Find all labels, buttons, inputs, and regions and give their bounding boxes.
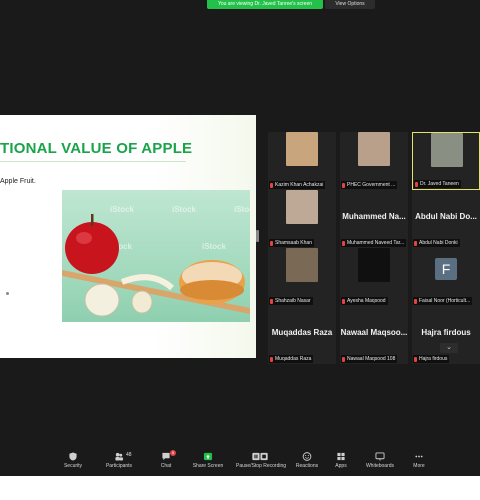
mouse-cursor: [6, 292, 9, 295]
participant-video: [286, 132, 318, 166]
record-label: Pause/Stop Recording: [236, 463, 287, 469]
participant-name-label: Faisal Noor (Horticult...: [413, 297, 473, 305]
slide-photo-apple-vs-donut: iStock iStock iStock iStock iStock: [62, 190, 250, 322]
muted-mic-icon: [414, 357, 417, 362]
muted-mic-icon: [270, 183, 273, 188]
share-screen-icon: [203, 452, 213, 461]
participant-tile[interactable]: Ayesha Maqsood: [340, 248, 408, 306]
people-icon: [115, 452, 124, 461]
bottom-white-strip: [0, 476, 480, 500]
security-button[interactable]: Security: [53, 448, 93, 469]
participant-name-label: Abdul Nabi Donki: [413, 239, 460, 247]
muted-mic-icon: [270, 299, 273, 304]
apps-icon: [337, 452, 345, 461]
muted-mic-icon: [414, 241, 417, 246]
muted-mic-icon: [415, 182, 418, 187]
whiteboards-label: Whiteboards: [365, 463, 395, 469]
whiteboard-icon: [375, 452, 385, 461]
shield-icon: [69, 452, 77, 461]
participant-name-label: Shahzaib Nasar: [269, 297, 313, 305]
participant-tile[interactable]: Hajra firdous Hajra firdous: [412, 306, 480, 364]
slide-title-underline: [0, 161, 186, 162]
screen-share-banner: You are viewing Dr. Javed Tanree's scree…: [207, 0, 323, 9]
photo-illustration: [62, 214, 250, 317]
muted-mic-icon: [342, 357, 345, 362]
chat-button[interactable]: 5 Chat: [146, 448, 186, 469]
muted-mic-icon: [342, 183, 345, 188]
participant-tile[interactable]: F Faisal Noor (Horticult...: [412, 248, 480, 306]
participant-video: [431, 133, 463, 167]
muted-mic-icon: [342, 241, 345, 246]
participant-tile[interactable]: Kazim Khan Achakzai: [268, 132, 336, 190]
participant-tile[interactable]: Muqaddas Raza Muqaddas Raza: [268, 306, 336, 364]
participant-tile[interactable]: Shamsaab Khan: [268, 190, 336, 248]
more-label: More: [413, 463, 425, 469]
participant-tile[interactable]: PHEC Government ...: [340, 132, 408, 190]
share-screen-button[interactable]: Share Screen: [188, 448, 228, 469]
participant-display-name: Hajra firdous: [421, 328, 471, 337]
apps-button[interactable]: Apps: [321, 448, 361, 469]
participants-button[interactable]: 48 Participants: [99, 448, 139, 469]
chat-badge: 5: [170, 450, 176, 456]
participant-display-name: Abdul Nabi Do...: [415, 212, 477, 221]
participant-display-name: Muhammed Na...: [342, 212, 406, 221]
apps-label: Apps: [335, 463, 347, 469]
participant-avatar: F: [435, 258, 457, 280]
participant-tile[interactable]: Shahzaib Nasar: [268, 248, 336, 306]
participants-label: Participants: [105, 463, 133, 469]
muted-mic-icon: [270, 241, 273, 246]
participant-name-label: Muhammed Naveed Tar...: [341, 239, 407, 247]
participants-count: 48: [126, 452, 132, 458]
muted-mic-icon: [270, 357, 273, 362]
participant-display-name: Nawaal Maqsoo...: [340, 328, 408, 337]
split-divider-handle[interactable]: [256, 230, 259, 242]
slide-subtitle: Apple Fruit.: [0, 178, 36, 185]
share-screen-label: Share Screen: [192, 463, 224, 469]
participant-name-label: Nawaal Maqsood 108: [341, 355, 398, 363]
muted-mic-icon: [342, 299, 345, 304]
participant-name-label: Ayesha Maqsood: [341, 297, 388, 305]
more-dots-icon: [415, 455, 423, 458]
participant-name-label: Muqaddas Raza: [269, 355, 314, 363]
participant-video: [358, 248, 390, 282]
participant-video: [286, 248, 318, 282]
participant-tile[interactable]: Nawaal Maqsoo... Nawaal Maqsood 108: [340, 306, 408, 364]
security-label: Security: [63, 463, 83, 469]
more-button[interactable]: More: [399, 448, 439, 469]
chevron-down-icon[interactable]: ⌄: [440, 343, 458, 353]
muted-mic-icon: [414, 299, 417, 304]
participant-video: [358, 132, 390, 166]
record-button[interactable]: Pause/Stop Recording: [236, 448, 287, 469]
participant-name-label: Dr. Javed Taneen: [414, 180, 461, 188]
meeting-toolbar: Security 48 Participants 5 Chat Share Sc…: [0, 448, 480, 476]
pause-stop-icon: [252, 452, 268, 461]
participant-tile[interactable]: Abdul Nabi Do... Abdul Nabi Donki: [412, 190, 480, 248]
participant-name-label: Shamsaab Khan: [269, 239, 314, 247]
participant-tile[interactable]: Dr. Javed Taneen: [412, 132, 480, 190]
participant-display-name: Muqaddas Raza: [271, 328, 333, 337]
shared-slide: TIONAL VALUE OF APPLE Apple Fruit. iStoc…: [0, 115, 256, 358]
participant-name-label: Kazim Khan Achakzai: [269, 181, 326, 189]
participant-tile[interactable]: Muhammed Na... Muhammed Naveed Tar...: [340, 190, 408, 248]
whiteboards-button[interactable]: Whiteboards: [360, 448, 400, 469]
participant-video: [286, 190, 318, 224]
participant-name-label: Hajra firdous: [413, 355, 450, 363]
slide-title: TIONAL VALUE OF APPLE: [0, 140, 193, 157]
view-options-button[interactable]: View Options: [325, 0, 375, 9]
participant-name-label: PHEC Government ...: [341, 181, 398, 189]
chat-label: Chat: [160, 463, 172, 469]
smiley-icon: [302, 452, 312, 461]
